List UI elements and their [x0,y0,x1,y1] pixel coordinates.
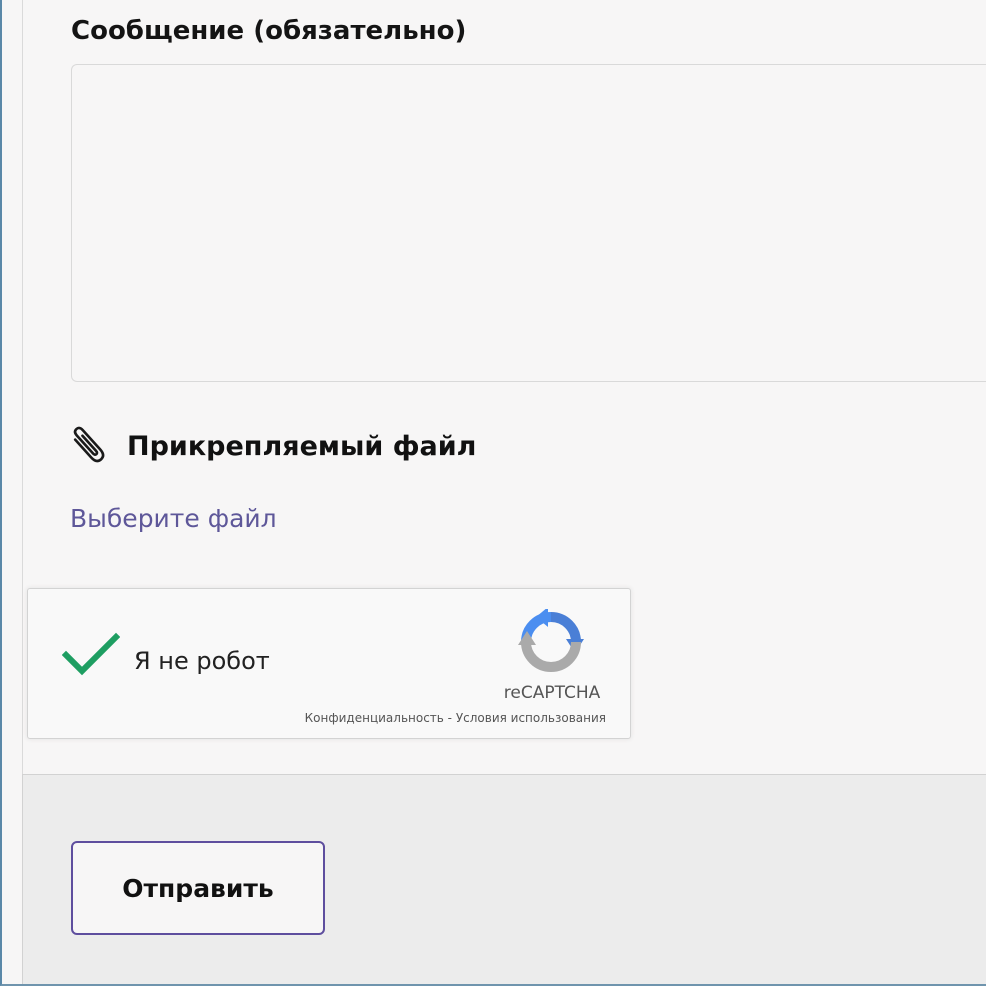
message-label: Сообщение (обязательно) [71,16,467,46]
privacy-link[interactable]: Конфиденциальность [305,711,444,725]
message-textarea[interactable] [71,64,986,382]
submit-button[interactable]: Отправить [71,841,325,935]
checkmark-icon [61,632,121,676]
page-frame: Сообщение (обязательно) Прикрепляемый фа… [0,0,986,986]
form-footer: Отправить [22,774,986,984]
recaptcha-brand: reCAPTCHA [503,683,601,703]
message-form: Сообщение (обязательно) Прикрепляемый фа… [22,0,986,774]
recaptcha-links: Конфиденциальность - Условия использован… [305,711,606,725]
terms-link[interactable]: Условия использования [456,711,606,725]
paperclip-icon [67,422,111,470]
choose-file-link[interactable]: Выберите файл [70,504,277,533]
captcha-label: Я не робот [134,647,270,675]
captcha-checkbox[interactable] [61,631,121,679]
links-separator: - [443,711,456,725]
recaptcha-logo-icon [518,607,584,675]
attachment-row: Прикрепляемый файл [67,418,476,474]
attachment-label: Прикрепляемый файл [127,430,477,462]
recaptcha-widget: Я не робот reCAPTCHA Конфиденциальность … [27,588,631,739]
